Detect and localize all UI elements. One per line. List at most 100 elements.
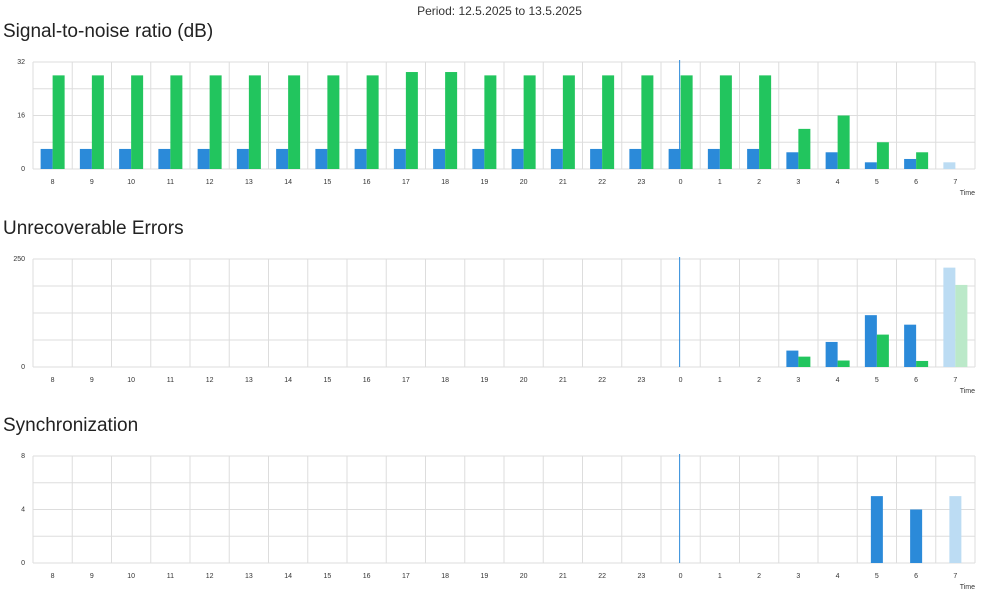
bar[interactable]	[550, 148, 563, 169]
x-tick-label: 17	[402, 179, 410, 186]
x-tick-label: 8	[51, 377, 55, 384]
bar[interactable]	[786, 152, 799, 169]
x-tick-label: 20	[520, 377, 528, 384]
x-tick-label: 18	[441, 573, 449, 580]
bar[interactable]	[170, 75, 183, 169]
bar[interactable]	[433, 148, 446, 169]
bar[interactable]	[876, 334, 889, 367]
bar[interactable]	[870, 496, 883, 563]
bar[interactable]	[327, 75, 340, 169]
bar[interactable]	[798, 356, 811, 367]
bar[interactable]	[949, 496, 962, 563]
bar[interactable]	[288, 75, 301, 169]
bar[interactable]	[747, 148, 760, 169]
bar[interactable]	[786, 350, 799, 367]
bar[interactable]	[916, 152, 929, 169]
bar[interactable]	[119, 148, 132, 169]
bar[interactable]	[825, 341, 838, 367]
bar[interactable]	[876, 142, 889, 169]
errors-chart-title: Unrecoverable Errors	[3, 218, 184, 239]
bar[interactable]	[209, 75, 222, 169]
y-tick-label: 32	[17, 59, 25, 66]
x-tick-label: 17	[402, 377, 410, 384]
bar[interactable]	[276, 148, 289, 169]
x-tick-label: 4	[836, 573, 840, 580]
x-tick-label: 8	[51, 179, 55, 186]
x-tick-label: 21	[559, 573, 567, 580]
x-tick-label: 3	[796, 377, 800, 384]
bar[interactable]	[910, 509, 923, 564]
bar[interactable]	[837, 360, 850, 367]
x-tick-label: 23	[637, 377, 645, 384]
x-tick-label: 16	[363, 377, 371, 384]
bar[interactable]	[943, 162, 956, 169]
bar[interactable]	[366, 75, 379, 169]
bar[interactable]	[825, 152, 838, 169]
x-axis-title: Time	[960, 190, 975, 197]
bar[interactable]	[904, 158, 917, 169]
bar[interactable]	[511, 148, 524, 169]
x-tick-label: 23	[637, 179, 645, 186]
bar[interactable]	[916, 360, 929, 367]
y-tick-label: 16	[17, 113, 25, 120]
x-tick-label: 9	[90, 179, 94, 186]
bar[interactable]	[864, 315, 877, 367]
x-tick-label: 13	[245, 179, 253, 186]
period-label: Period: 12.5.2025 to 13.5.2025	[417, 4, 582, 18]
bar[interactable]	[668, 148, 681, 169]
bar[interactable]	[523, 75, 536, 169]
bar[interactable]	[91, 75, 104, 169]
x-tick-label: 1	[718, 377, 722, 384]
bar[interactable]	[943, 267, 956, 367]
x-tick-label: 10	[127, 377, 135, 384]
bar[interactable]	[955, 284, 968, 367]
bar[interactable]	[590, 148, 603, 169]
x-tick-label: 3	[796, 179, 800, 186]
x-tick-label: 9	[90, 573, 94, 580]
bar[interactable]	[315, 148, 328, 169]
bar[interactable]	[131, 75, 144, 169]
x-tick-label: 19	[480, 179, 488, 186]
bar[interactable]	[158, 148, 171, 169]
x-tick-label: 7	[953, 573, 957, 580]
sync-chart-title: Synchronization	[3, 415, 139, 436]
bar[interactable]	[719, 75, 732, 169]
bar[interactable]	[837, 115, 850, 170]
bar[interactable]	[641, 75, 654, 169]
bar[interactable]	[562, 75, 575, 169]
bar[interactable]	[445, 72, 458, 169]
bar[interactable]	[680, 75, 693, 169]
bar[interactable]	[393, 148, 406, 169]
bar[interactable]	[248, 75, 261, 169]
bar[interactable]	[197, 148, 210, 169]
bar[interactable]	[904, 324, 917, 367]
x-tick-label: 20	[520, 179, 528, 186]
bar[interactable]	[484, 75, 497, 169]
bar[interactable]	[236, 148, 249, 169]
x-tick-label: 8	[51, 573, 55, 580]
bar[interactable]	[354, 148, 367, 169]
bar[interactable]	[79, 148, 92, 169]
x-tick-label: 10	[127, 179, 135, 186]
bar[interactable]	[629, 148, 642, 169]
bar[interactable]	[759, 75, 772, 169]
bar[interactable]	[707, 148, 720, 169]
bar[interactable]	[798, 128, 811, 169]
x-tick-label: 22	[598, 377, 606, 384]
bar[interactable]	[864, 162, 877, 169]
x-tick-label: 0	[679, 573, 683, 580]
x-tick-label: 15	[323, 377, 331, 384]
bar[interactable]	[40, 148, 53, 169]
x-tick-label: 11	[167, 573, 174, 580]
x-tick-label: 21	[559, 179, 567, 186]
x-tick-label: 0	[679, 377, 683, 384]
bar[interactable]	[52, 75, 65, 169]
snr-chart-title: Signal-to-noise ratio (dB)	[3, 21, 214, 42]
x-tick-label: 11	[167, 179, 174, 186]
x-tick-label: 14	[284, 179, 292, 186]
x-axis-title: Time	[960, 388, 975, 395]
bar[interactable]	[472, 148, 485, 169]
bar[interactable]	[405, 72, 418, 169]
x-tick-label: 20	[520, 573, 528, 580]
bar[interactable]	[602, 75, 615, 169]
